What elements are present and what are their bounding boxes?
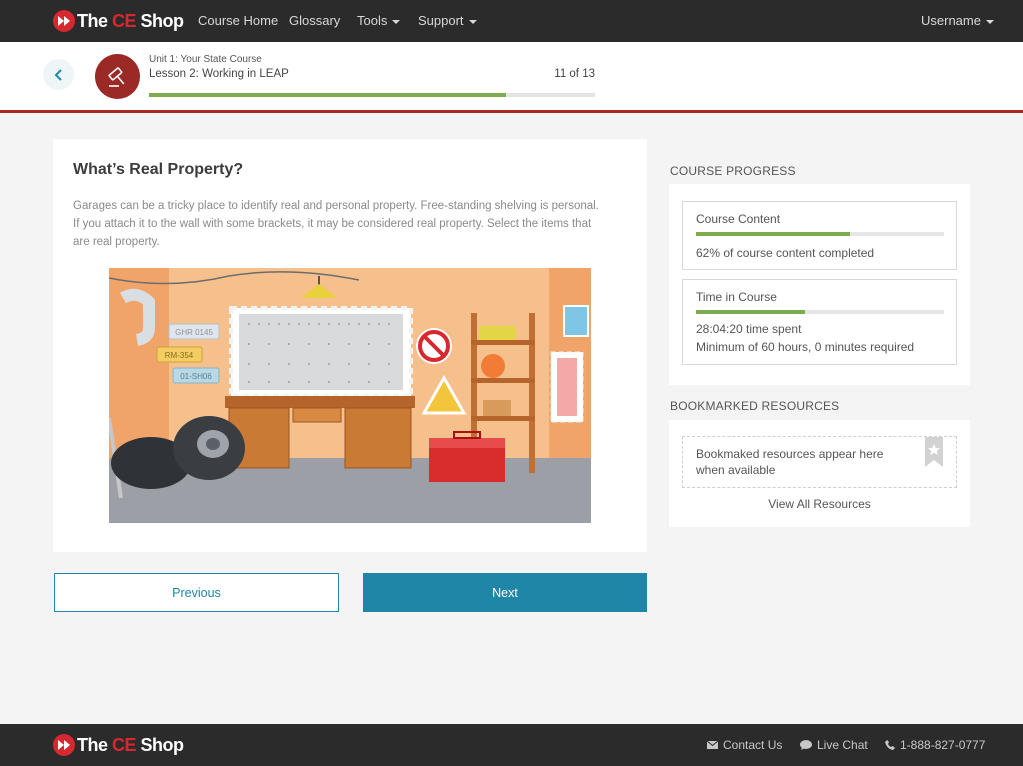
- course-content-progress-fill: [696, 232, 850, 236]
- contact-us-link[interactable]: Contact Us: [707, 738, 782, 752]
- course-content-title: Course Content: [696, 212, 781, 226]
- fast-forward-icon: [53, 10, 75, 32]
- brand-name: The CE Shop: [77, 734, 184, 755]
- next-button[interactable]: Next: [363, 573, 647, 612]
- lesson-title: Lesson 2: Working in LEAP: [149, 68, 289, 80]
- back-button[interactable]: [43, 59, 74, 90]
- course-content-progress-bar: [696, 232, 944, 236]
- gavel-icon: [95, 54, 140, 99]
- bookmarks-card: Bookmaked resources appear here when ava…: [669, 420, 970, 527]
- course-progress-card: Course Content 62% of course content com…: [669, 184, 970, 385]
- mirror[interactable]: [557, 358, 577, 416]
- plate-text: 01-SH06: [180, 372, 212, 381]
- time-progress-fill: [696, 310, 806, 314]
- plate-text: RM-354: [165, 351, 194, 360]
- nav-tools[interactable]: Tools: [357, 13, 401, 28]
- footer-brand-logo[interactable]: The CE Shop: [53, 733, 184, 757]
- bookmarks-empty-state: Bookmaked resources appear here when ava…: [682, 436, 957, 488]
- helmet[interactable]: [481, 354, 505, 378]
- garage-illustration[interactable]: GHR 0145 RM-354 01-SH06: [109, 268, 591, 523]
- time-minimum-text: Minimum of 60 hours, 0 minutes required: [696, 340, 915, 354]
- workbench-top[interactable]: [225, 396, 415, 408]
- bookmark-icon: [925, 437, 943, 472]
- lesson-header: Unit 1: Your State Course Lesson 2: Work…: [0, 42, 1023, 113]
- window[interactable]: [563, 305, 589, 337]
- unit-title: Unit 1: Your State Course: [149, 54, 262, 65]
- content-title: What’s Real Property?: [73, 161, 244, 178]
- lesson-progress-bar: [149, 93, 595, 97]
- footer: The CE Shop Contact Us Live Chat 1-888-8…: [0, 724, 1023, 766]
- brand-name: The CE Shop: [77, 10, 184, 31]
- course-content-box: Course Content 62% of course content com…: [682, 201, 957, 270]
- phone-link[interactable]: 1-888-827-0777: [885, 738, 985, 752]
- chevron-down-icon: [985, 19, 994, 24]
- brand-logo[interactable]: The CE Shop: [53, 9, 184, 33]
- time-in-course-box: Time in Course 28:04:20 time spent Minim…: [682, 279, 957, 365]
- bookmarks-empty-text: Bookmaked resources appear here when ava…: [696, 447, 884, 477]
- top-navbar: The CE Shop Course Home Glossary Tools S…: [0, 0, 1023, 42]
- nav-course-home[interactable]: Course Home: [198, 13, 278, 28]
- bookmarked-resources-heading: BOOKMARKED RESOURCES: [670, 399, 840, 413]
- shelf[interactable]: [471, 416, 535, 421]
- chevron-down-icon: [468, 19, 477, 24]
- lesson-counter: 11 of 13: [554, 68, 595, 80]
- time-spent-text: 28:04:20 time spent: [696, 322, 802, 336]
- chat-bubble-icon: [800, 740, 812, 750]
- nav-support[interactable]: Support: [418, 13, 477, 28]
- phone-icon: [885, 740, 895, 750]
- plate-text: GHR 0145: [175, 328, 213, 337]
- envelope-icon: [707, 741, 718, 749]
- time-progress-bar: [696, 310, 944, 314]
- course-progress-heading: COURSE PROGRESS: [670, 164, 796, 178]
- workbench-cabinet[interactable]: [344, 407, 412, 469]
- shelf[interactable]: [471, 340, 535, 345]
- lesson-progress-fill: [149, 93, 506, 97]
- course-content-percent-text: 62% of course content completed: [696, 246, 875, 260]
- chevron-down-icon: [392, 19, 401, 24]
- nav-glossary[interactable]: Glossary: [289, 13, 340, 28]
- previous-button[interactable]: Previous: [54, 573, 339, 612]
- shelf[interactable]: [471, 378, 535, 383]
- user-menu[interactable]: Username: [921, 13, 994, 28]
- time-in-course-title: Time in Course: [696, 290, 777, 304]
- view-all-resources-link[interactable]: View All Resources: [669, 497, 970, 511]
- fast-forward-icon: [53, 734, 75, 756]
- live-chat-link[interactable]: Live Chat: [800, 738, 868, 752]
- content-body: Garages can be a tricky place to identif…: [73, 200, 599, 248]
- workbench-drawer[interactable]: [292, 407, 342, 423]
- paint-bucket[interactable]: [479, 326, 515, 340]
- content-card: What’s Real Property? Garages can be a t…: [53, 139, 647, 552]
- chevron-left-icon: [54, 68, 62, 81]
